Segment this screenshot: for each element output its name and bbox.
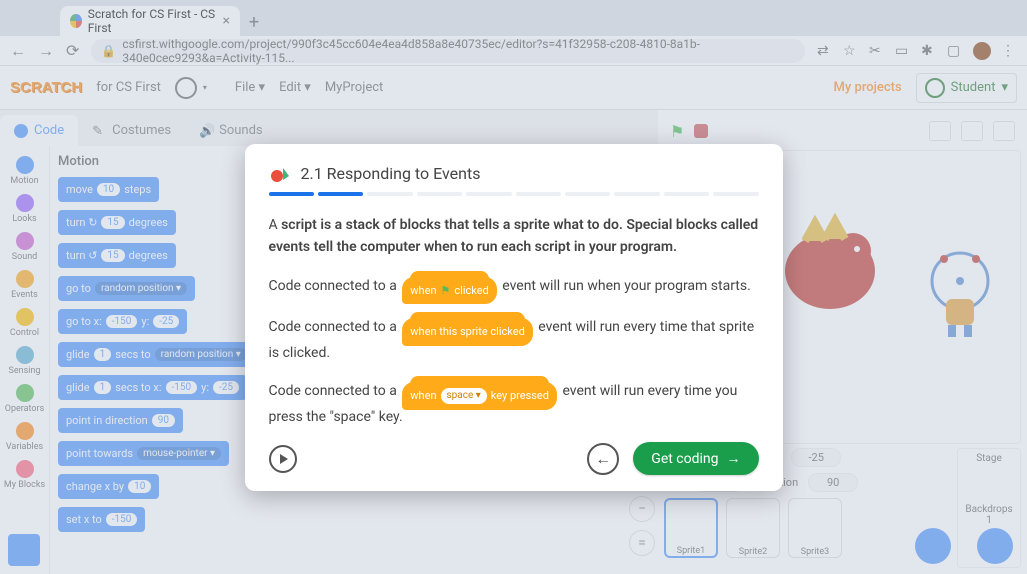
- lesson-body: A script is a stack of blocks that tells…: [269, 214, 759, 428]
- lesson-icon: [269, 162, 291, 184]
- lesson-title: 2.1 Responding to Events: [301, 164, 481, 183]
- event-chip-flag: when⚑clicked: [402, 277, 496, 305]
- lesson-modal: 2.1 Responding to Events A script is a s…: [245, 144, 783, 491]
- progress-bar: [269, 192, 759, 196]
- lesson-overlay: 2.1 Responding to Events A script is a s…: [0, 0, 1027, 574]
- arrow-right-icon: →: [727, 450, 741, 467]
- event-chip-sprite: when this sprite clicked: [402, 318, 533, 346]
- previous-step-button[interactable]: ←: [587, 443, 619, 475]
- play-video-button[interactable]: [269, 445, 297, 473]
- get-coding-button[interactable]: Get coding→: [633, 442, 758, 475]
- event-chip-key: whenspace ▾key pressed: [402, 382, 557, 410]
